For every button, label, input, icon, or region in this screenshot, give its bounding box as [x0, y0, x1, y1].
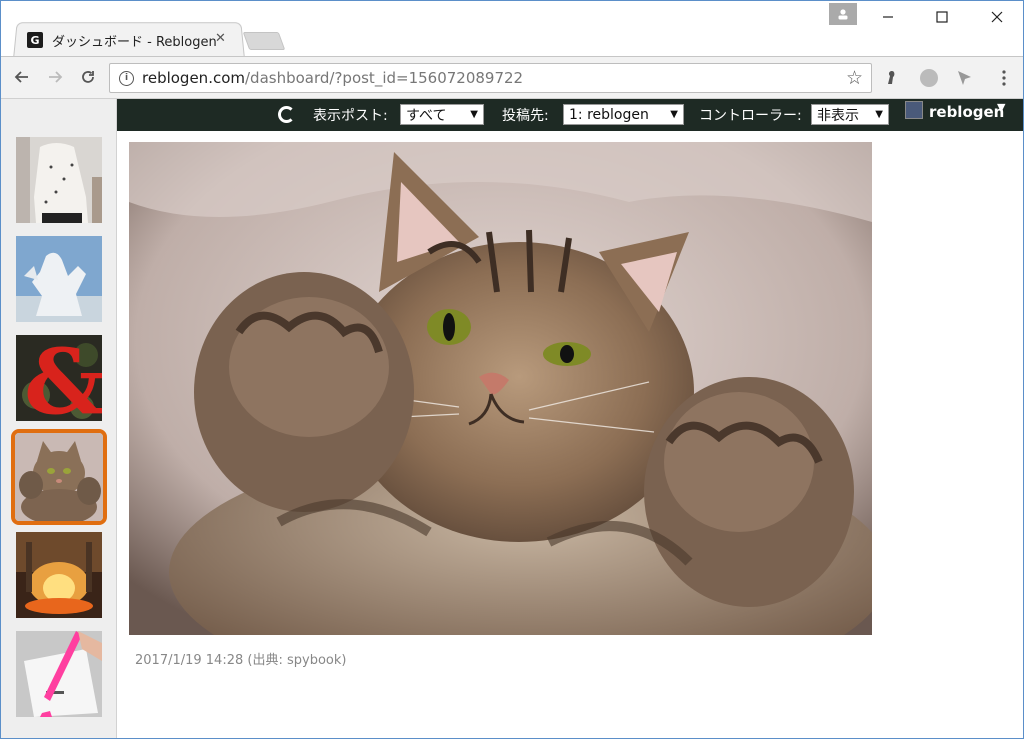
thumb-statue[interactable] — [16, 236, 102, 322]
minimize-icon[interactable] — [873, 6, 903, 28]
tab-content[interactable]: G ダッシュボード - Reblogen — [27, 27, 239, 53]
tab-close-icon[interactable]: ✕ — [215, 31, 226, 46]
extension-pen-icon[interactable] — [881, 67, 903, 89]
browser-window: G ダッシュボード - Reblogen ✕ i reblogen.com/da… — [0, 0, 1024, 739]
url-text: reblogen.com/dashboard/?post_id=15607208… — [142, 69, 524, 87]
browser-toolbar: i reblogen.com/dashboard/?post_id=156072… — [1, 56, 1023, 99]
tab-strip: G ダッシュボード - Reblogen ✕ — [1, 1, 1023, 57]
post-to-label: 投稿先: — [502, 108, 549, 124]
profile-icon[interactable] — [829, 3, 857, 25]
app-top-bar: 表示ポスト: すべて ▼ 投稿先: 1: reblogen ▼ コントローラー: 非… — [117, 99, 1023, 131]
menu-dots-icon[interactable] — [993, 67, 1015, 89]
address-bar[interactable]: i reblogen.com/dashboard/?post_id=156072… — [109, 63, 872, 93]
reblogen-favicon-icon: G — [27, 32, 43, 48]
forward-arrow-icon[interactable] — [43, 65, 67, 89]
window-close-icon[interactable] — [982, 6, 1012, 28]
bookmark-star-icon[interactable]: ☆ — [846, 67, 863, 89]
user-menu-arrow-icon[interactable]: ▼ — [997, 101, 1005, 114]
site-info-icon[interactable]: i — [119, 70, 134, 86]
username-menu[interactable]: reblogen — [929, 103, 1004, 121]
page-viewport: & 表示ポスト: すべて ▼ 投稿先: 1: reblogen ▼ コントローラ… — [1, 99, 1023, 738]
back-arrow-icon[interactable] — [10, 65, 34, 89]
tab-title: ダッシュボード - Reblogen — [52, 34, 217, 50]
post-to-select[interactable]: 1: reblogen ▼ — [563, 104, 684, 125]
thumb-highlighter[interactable] — [16, 631, 102, 717]
controller-select[interactable]: 非表示 ▼ — [811, 104, 889, 125]
post-image-cat[interactable] — [129, 142, 872, 635]
thumb-ampersand[interactable]: & — [16, 335, 102, 421]
display-post-select[interactable]: すべて ▼ — [400, 104, 484, 125]
display-post-label: 表示ポスト: — [313, 108, 388, 124]
thumbnail-sidebar: & — [1, 99, 117, 738]
svg-text:&: & — [24, 335, 102, 421]
reblogen-logo-icon[interactable] — [278, 106, 295, 123]
post-caption: 2017/1/19 14:28 (出典: spybook) — [135, 653, 347, 668]
reload-icon[interactable] — [76, 65, 100, 89]
controller-label: コントローラー: — [699, 108, 802, 124]
dropdown-arrow-icon: ▼ — [875, 109, 883, 120]
extension-circle-icon[interactable] — [918, 67, 940, 89]
extension-cursor-icon[interactable] — [954, 67, 976, 89]
thumb-fire[interactable] — [16, 532, 102, 618]
maximize-icon[interactable] — [927, 6, 957, 28]
thumb-fashion-woman[interactable] — [16, 137, 102, 223]
dropdown-arrow-icon: ▼ — [670, 109, 678, 120]
user-avatar[interactable] — [905, 101, 923, 119]
thumb-cat[interactable] — [11, 429, 107, 525]
new-tab-button[interactable] — [242, 32, 286, 50]
dropdown-arrow-icon: ▼ — [470, 109, 478, 120]
